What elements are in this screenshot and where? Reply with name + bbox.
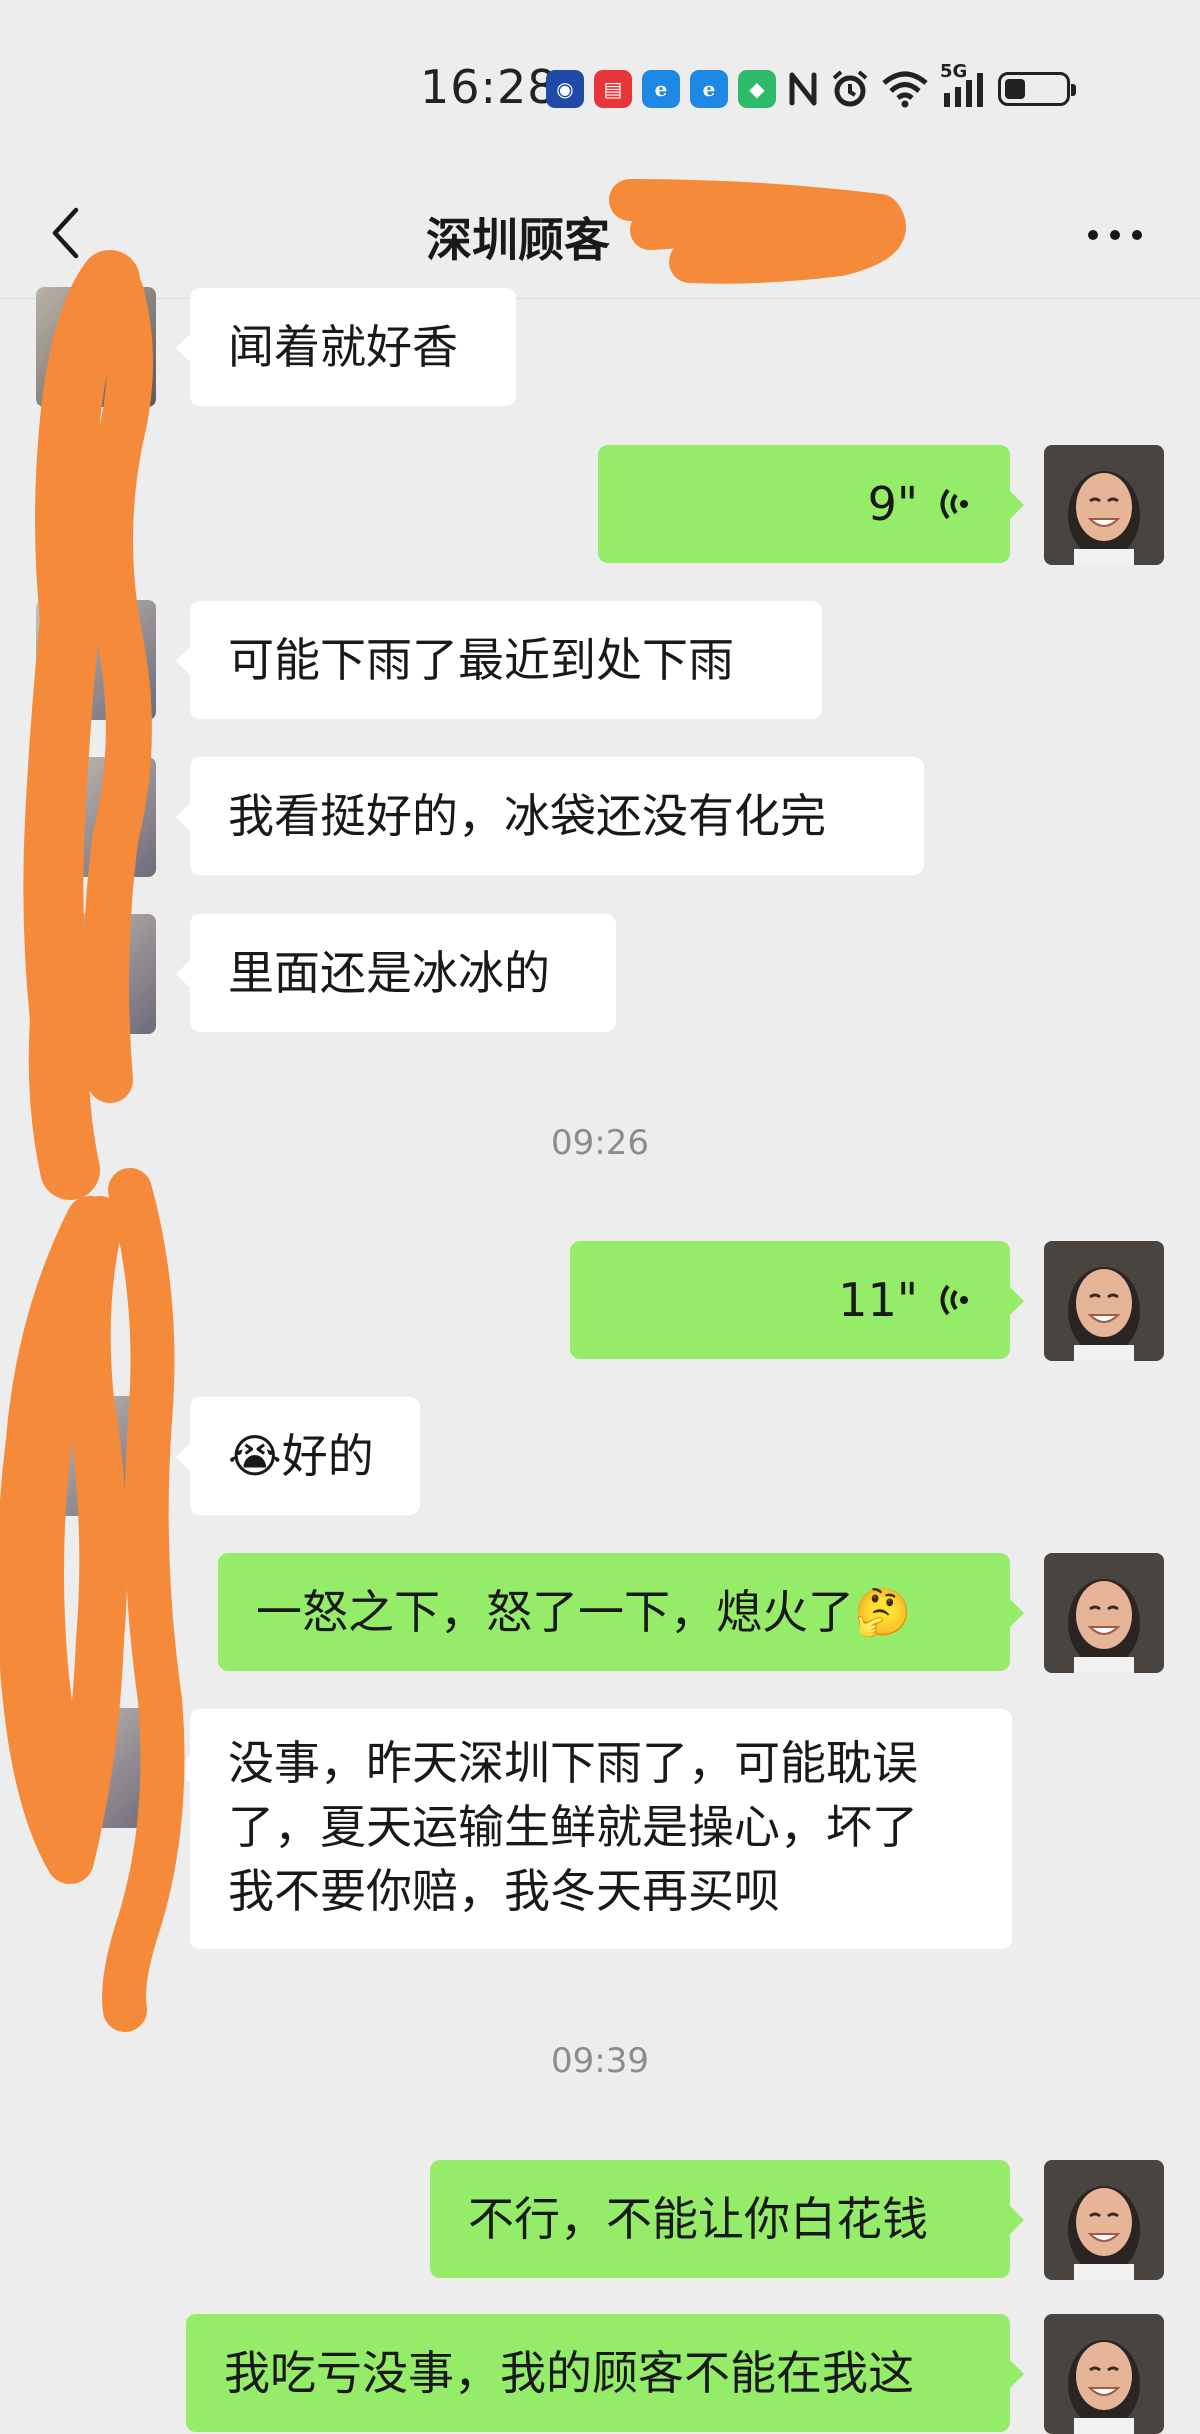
signal-5g-icon: 5G — [940, 61, 988, 111]
message-bubble-incoming[interactable]: 闻着就好香 — [176, 288, 516, 406]
smiling-woman-avatar-icon — [1044, 1553, 1164, 1673]
shield-app-icon: ◆ — [738, 70, 776, 108]
wifi-icon — [880, 69, 930, 109]
message-bubble-incoming[interactable]: 里面还是冰冰的 — [176, 914, 616, 1032]
message-text: 里面还是冰冰的 — [228, 946, 550, 1000]
huawei-app-icon: ▤ — [594, 70, 632, 108]
battery-icon — [998, 72, 1076, 106]
more-dots-icon — [1088, 230, 1142, 240]
status-bar: 16:28 ◉ ▤ e e ◆ 5G — [0, 0, 1200, 170]
message-bubble-incoming[interactable]: 可能下雨了最近到处下雨 — [176, 601, 822, 719]
my-avatar[interactable] — [1044, 1241, 1164, 1361]
status-icons: ◉ ▤ e e ◆ 5G — [546, 61, 1076, 114]
smiling-woman-avatar-icon — [1044, 1241, 1164, 1361]
crying-laughing-emoji: 😭 — [228, 1429, 282, 1483]
back-button[interactable] — [40, 198, 90, 268]
voice-message-outgoing[interactable]: 9" — [598, 445, 1024, 563]
voice-duration: 11" — [838, 1273, 918, 1327]
chevron-left-icon — [52, 207, 79, 259]
network-label: 5G — [940, 61, 968, 82]
contact-avatar[interactable] — [36, 1708, 156, 1828]
news-app-icon: ◉ — [546, 70, 584, 108]
smiling-woman-avatar-icon — [1044, 2314, 1164, 2434]
timestamp: 09:39 — [551, 2041, 649, 2081]
contact-avatar[interactable] — [36, 287, 156, 407]
message-bubble-outgoing[interactable]: 一怒之下，怒了一下，熄火了🤔 — [218, 1553, 1024, 1671]
message-bubble-outgoing[interactable]: 不行，不能让你白花钱 — [430, 2160, 1024, 2278]
message-text: 一怒之下，怒了一下，熄火了 — [256, 1585, 854, 1639]
voice-wave-icon — [940, 488, 968, 520]
thinking-emoji: 🤔 — [854, 1585, 912, 1639]
contact-avatar[interactable] — [36, 600, 156, 720]
message-text: 我吃亏没事，我的顾客不能在我这 — [224, 2346, 914, 2400]
message-line: 了，夏天运输生鲜就是操心，坏了 — [228, 1800, 918, 1854]
my-avatar[interactable] — [1044, 445, 1164, 565]
message-text: 不行，不能让你白花钱 — [468, 2192, 928, 2246]
message-bubble-outgoing[interactable]: 我吃亏没事，我的顾客不能在我这 — [186, 2314, 1024, 2432]
status-time: 16:28 — [420, 60, 558, 114]
my-avatar[interactable] — [1044, 2314, 1164, 2434]
voice-message-outgoing[interactable]: 11" — [570, 1241, 1024, 1359]
my-avatar[interactable] — [1044, 2160, 1164, 2280]
chat-header: 深圳顾客 — [0, 170, 1200, 299]
message-text: 我看挺好的，冰袋还没有化完 — [228, 789, 826, 843]
smiling-woman-avatar-icon — [1044, 2160, 1164, 2280]
message-bubble-incoming[interactable]: 没事，昨天深圳下雨了，可能耽误 了，夏天运输生鲜就是操心，坏了 我不要你赔，我冬… — [176, 1709, 1012, 1949]
voice-duration: 9" — [867, 477, 918, 531]
smiling-woman-avatar-icon — [1044, 445, 1164, 565]
chat-title: 深圳顾客 — [426, 213, 610, 267]
message-text: 闻着就好香 — [228, 320, 458, 374]
message-line: 我不要你赔，我冬天再买呗 — [228, 1864, 780, 1918]
browser-e-icon: e — [642, 70, 680, 108]
nfc-icon — [786, 69, 820, 109]
alarm-icon — [830, 69, 870, 109]
message-bubble-incoming[interactable]: 我看挺好的，冰袋还没有化完 — [176, 757, 924, 875]
message-line: 没事，昨天深圳下雨了，可能耽误 — [228, 1736, 918, 1790]
contact-avatar[interactable] — [36, 1396, 156, 1516]
message-bubble-incoming[interactable]: 😭好的 — [176, 1397, 420, 1515]
contact-avatar[interactable] — [36, 757, 156, 877]
timestamp: 09:26 — [551, 1123, 649, 1163]
message-text: 好的 — [281, 1429, 374, 1483]
message-text: 可能下雨了最近到处下雨 — [228, 633, 734, 687]
browser-e-icon-2: e — [690, 70, 728, 108]
my-avatar[interactable] — [1044, 1553, 1164, 1673]
voice-wave-icon — [940, 1284, 968, 1316]
more-button[interactable] — [1080, 200, 1150, 270]
contact-avatar[interactable] — [36, 914, 156, 1034]
